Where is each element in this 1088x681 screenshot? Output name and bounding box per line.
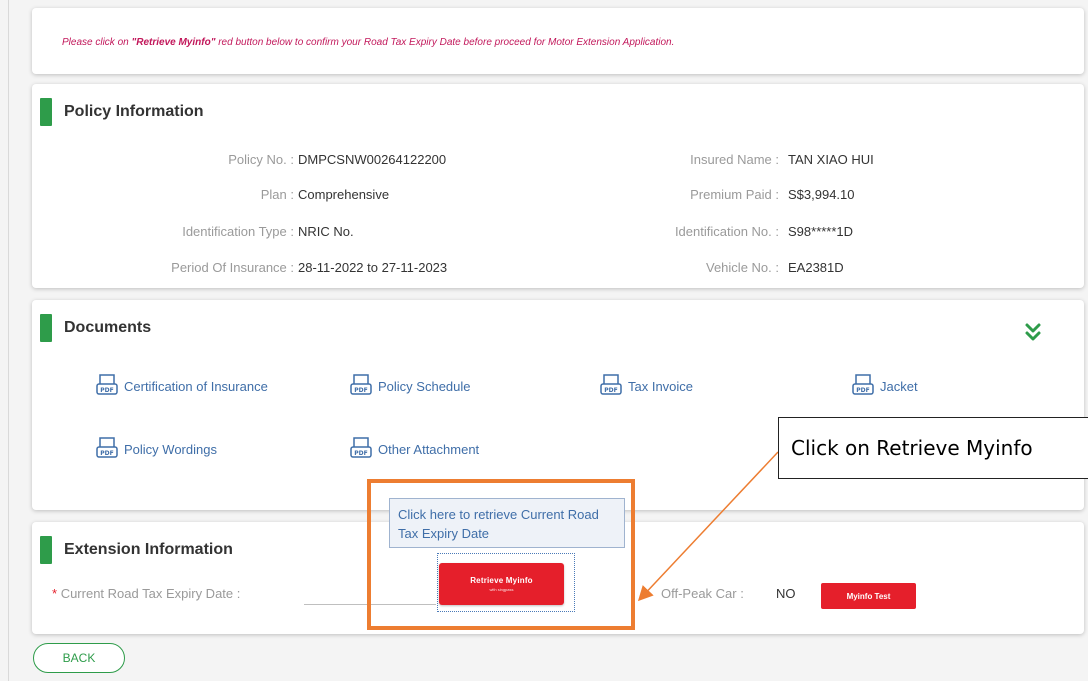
- offpeak-car-value: NO: [776, 586, 796, 601]
- insured-name-label: Insured Name :: [690, 152, 779, 167]
- doc-link-label: Policy Wordings: [124, 441, 217, 457]
- annotation-callout: Click on Retrieve Myinfo: [778, 417, 1088, 479]
- pdf-icon: PDF: [96, 437, 118, 458]
- policy-no-value: DMPCSNW00264122200: [298, 152, 447, 167]
- section-accent-bar: [40, 98, 52, 126]
- svg-text:PDF: PDF: [354, 387, 367, 394]
- left-divider: [8, 0, 9, 681]
- doc-link-label: Tax Invoice: [628, 378, 694, 394]
- documents-section-title: Documents: [64, 319, 152, 336]
- doc-link-jacket[interactable]: PDF Jacket: [852, 374, 918, 398]
- doc-link-policy-schedule[interactable]: PDF Policy Schedule: [350, 374, 471, 398]
- pdf-icon: PDF: [96, 374, 118, 395]
- doc-link-policy-wordings[interactable]: PDF Policy Wordings: [96, 437, 217, 461]
- policy-section-title: Policy Information: [64, 103, 204, 120]
- extension-section-title: Extension Information: [64, 541, 233, 558]
- doc-link-other-attachment[interactable]: PDF Other Attachment: [350, 437, 479, 461]
- identification-no-label: Identification No. :: [674, 224, 779, 239]
- policy-section-header: Policy Information: [40, 98, 204, 126]
- section-accent-bar: [40, 536, 52, 564]
- back-button[interactable]: BACK: [33, 643, 125, 673]
- offpeak-car-label: Off-Peak Car :: [661, 586, 744, 601]
- section-accent-bar: [40, 314, 52, 342]
- insured-name-value: TAN XIAO HUI: [788, 152, 874, 167]
- plan-value: Comprehensive: [298, 187, 390, 202]
- identification-type-label: Identification Type :: [182, 224, 294, 239]
- identification-type-value: NRIC No.: [298, 224, 354, 239]
- double-chevron-down-icon[interactable]: [1024, 322, 1042, 342]
- doc-link-tax-invoice[interactable]: PDF Tax Invoice: [600, 374, 693, 398]
- doc-link-certification-of-insurance[interactable]: PDF Certification of Insurance: [96, 374, 268, 398]
- notice-card: Please click on "Retrieve Myinfo" red bu…: [32, 8, 1084, 74]
- annotation-highlight-box: [367, 479, 635, 630]
- pdf-icon: PDF: [600, 374, 622, 395]
- svg-text:PDF: PDF: [100, 450, 113, 457]
- notice-suffix: red button below to confirm your Road Ta…: [215, 37, 675, 48]
- vehicle-no-value: EA2381D: [788, 260, 844, 275]
- doc-link-label: Jacket: [880, 378, 918, 394]
- doc-link-label: Other Attachment: [378, 441, 480, 457]
- pdf-icon: PDF: [350, 374, 372, 395]
- road-tax-expiry-label-text: Current Road Tax Expiry Date :: [60, 586, 241, 601]
- myinfo-test-button[interactable]: Myinfo Test: [821, 583, 916, 609]
- period-of-insurance-label: Period Of Insurance :: [171, 260, 294, 275]
- svg-text:PDF: PDF: [856, 387, 869, 394]
- doc-link-label: Policy Schedule: [378, 378, 471, 394]
- policy-no-label: Policy No. :: [228, 152, 294, 167]
- policy-information-card: Policy Information Policy No. : DMPCSNW0…: [32, 84, 1084, 288]
- notice-highlight: "Retrieve Myinfo": [131, 37, 216, 48]
- pdf-icon: PDF: [852, 374, 874, 395]
- svg-text:PDF: PDF: [604, 387, 617, 394]
- vehicle-no-label: Vehicle No. :: [706, 260, 779, 275]
- extension-section-header: Extension Information: [40, 536, 233, 564]
- period-of-insurance-value: 28-11-2022 to 27-11-2023: [298, 260, 448, 275]
- identification-no-value: S98*****1D: [788, 224, 854, 239]
- plan-label: Plan :: [260, 187, 294, 202]
- premium-paid-label: Premium Paid :: [690, 187, 779, 202]
- svg-text:PDF: PDF: [100, 387, 113, 394]
- documents-section-header: Documents: [40, 314, 151, 342]
- required-asterisk: *: [52, 586, 58, 601]
- premium-paid-value: S$3,994.10: [788, 187, 855, 202]
- pdf-icon: PDF: [350, 437, 372, 458]
- doc-link-label: Certification of Insurance: [124, 378, 268, 394]
- road-tax-expiry-label: * Current Road Tax Expiry Date :: [52, 586, 240, 601]
- notice-prefix: Please click on: [62, 37, 132, 48]
- notice-message: Please click on "Retrieve Myinfo" red bu…: [62, 37, 674, 48]
- svg-text:PDF: PDF: [354, 450, 367, 457]
